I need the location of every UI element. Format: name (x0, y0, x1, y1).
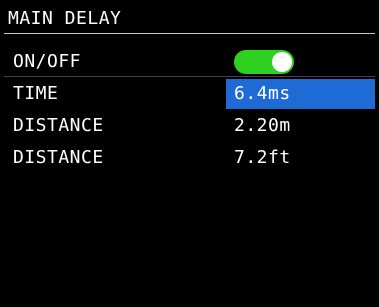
row-label: ON/OFF (13, 51, 82, 72)
row-label: DISTANCE (13, 147, 104, 168)
parameter-menu: ON/OFF TIME 6.4ms DISTANCE 2.20m DISTANC… (4, 47, 375, 175)
toggle-knob (272, 52, 292, 72)
menu-row-distance-ft[interactable]: DISTANCE 7.2ft (4, 143, 375, 173)
row-label: DISTANCE (13, 115, 104, 136)
time-value[interactable]: 6.4ms (226, 79, 375, 109)
page-title: MAIN DELAY (8, 8, 122, 29)
row-label: TIME (13, 83, 59, 104)
distance-feet-value[interactable]: 7.2ft (226, 143, 375, 173)
distance-meters-value[interactable]: 2.20m (226, 111, 375, 141)
on-off-toggle[interactable] (234, 50, 294, 74)
menu-row-time[interactable]: TIME 6.4ms (4, 79, 375, 109)
menu-row-distance-m[interactable]: DISTANCE 2.20m (4, 111, 375, 141)
menu-row-on-off[interactable]: ON/OFF (4, 47, 375, 77)
title-bar: MAIN DELAY (4, 4, 375, 34)
device-screen: MAIN DELAY ON/OFF TIME 6.4ms DISTANCE 2.… (0, 0, 379, 307)
